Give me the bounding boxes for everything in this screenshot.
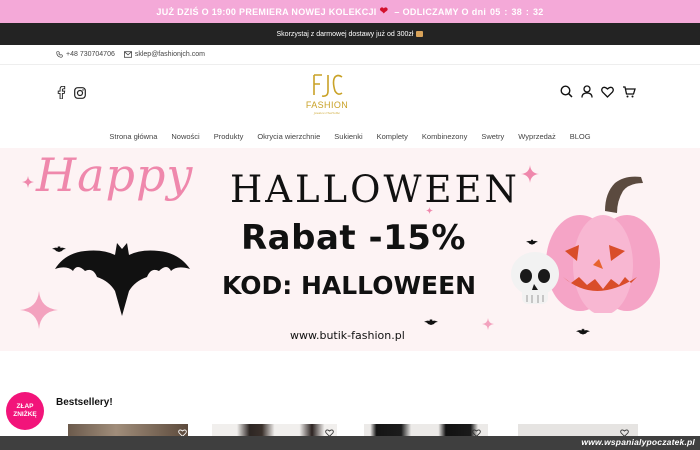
wishlist-heart-icon[interactable]	[601, 85, 614, 103]
sparkle-icon	[521, 165, 539, 183]
nav-item-new[interactable]: Nowości	[171, 132, 199, 141]
promo-bar: JUŻ DZIŚ O 19:00 PREMIERA NOWEJ KOLEKCJI…	[0, 0, 700, 23]
promo-countdown: dni 05 : 38 : 32	[471, 6, 544, 17]
bat-icon	[576, 328, 590, 335]
banner-happy: Happy	[36, 148, 194, 202]
shipping-bar: Skorzystaj z darmowej dostawy już od 300…	[0, 23, 700, 45]
user-icon[interactable]	[581, 85, 593, 103]
nav-item-sweaters[interactable]: Swetry	[481, 132, 504, 141]
sparkle-icon	[20, 291, 58, 329]
site-logo[interactable]: FASHION Jessica Charlotte	[300, 71, 354, 117]
nav-item-home[interactable]: Strona główna	[109, 132, 157, 141]
instagram-icon[interactable]	[74, 86, 86, 104]
promo-countdown-label: ODLICZAMY O	[402, 6, 469, 17]
nav-item-products[interactable]: Produkty	[214, 132, 244, 141]
search-icon[interactable]	[560, 85, 573, 103]
contact-email[interactable]: sklep@fashionjch.com	[123, 51, 205, 58]
logo-tagline: Jessica Charlotte	[314, 111, 340, 115]
email-address: sklep@fashionjch.com	[134, 51, 205, 58]
hero-banner[interactable]: Happy HALLOWEEN Rabat -15% KOD: HALLOWEE…	[0, 148, 700, 351]
nav-item-jumpsuits[interactable]: Kombinezony	[422, 132, 467, 141]
banner-title: HALLOWEEN	[230, 168, 520, 211]
header: FASHION Jessica Charlotte	[0, 66, 700, 122]
page: JUŻ DZIŚ O 19:00 PREMIERA NOWEJ KOLEKCJI…	[0, 0, 700, 450]
bat-icon	[424, 319, 438, 325]
skull-icon	[511, 252, 559, 304]
banner-discount: Rabat -15%	[241, 218, 466, 258]
facebook-icon[interactable]	[56, 85, 66, 104]
badge-line1: ZŁAP	[16, 403, 34, 410]
badge-line2: ZNIŻKĘ	[13, 411, 37, 418]
bat-icon	[52, 246, 66, 252]
social-links	[56, 85, 94, 104]
logo-monogram	[313, 74, 343, 97]
section-title: Bestsellery!	[56, 397, 113, 408]
sparkle-icon	[482, 318, 494, 330]
shipping-text: Skorzystaj z darmowej dostawy już od 300…	[276, 30, 414, 38]
contact-phone[interactable]: +48 730704706	[56, 51, 115, 58]
mail-icon	[123, 51, 132, 58]
contact-bar: +48 730704706 sklep@fashionjch.com	[0, 45, 700, 65]
nav-item-dresses[interactable]: Sukienki	[334, 132, 362, 141]
phone-number: +48 730704706	[66, 51, 115, 58]
nav-item-sale[interactable]: Wyprzedaż	[518, 132, 555, 141]
watermark: www.wspanialypoczatek.pl	[581, 437, 695, 447]
package-icon	[416, 31, 424, 37]
cart-icon[interactable]	[622, 85, 636, 103]
nav-item-blog[interactable]: BLOG	[570, 132, 591, 141]
nav-item-sets[interactable]: Komplety	[377, 132, 408, 141]
banner-url: www.butik-fashion.pl	[290, 329, 405, 342]
banner-code: KOD: HALLOWEEN	[222, 271, 477, 300]
nav-item-outerwear[interactable]: Okrycia wierzchnie	[257, 132, 320, 141]
heart-icon: ❤	[379, 6, 389, 17]
bat-icon	[526, 239, 538, 245]
logo-name: FASHION	[305, 100, 349, 110]
promo-text: JUŻ DZIŚ O 19:00 PREMIERA NOWEJ KOLEKCJI	[156, 6, 377, 17]
header-actions	[560, 85, 644, 103]
bat-icon	[55, 243, 190, 316]
main-nav: Strona główna Nowości Produkty Okrycia w…	[0, 126, 700, 146]
promo-separator: –	[394, 6, 400, 17]
phone-icon	[56, 51, 63, 58]
sparkle-icon	[22, 176, 34, 188]
